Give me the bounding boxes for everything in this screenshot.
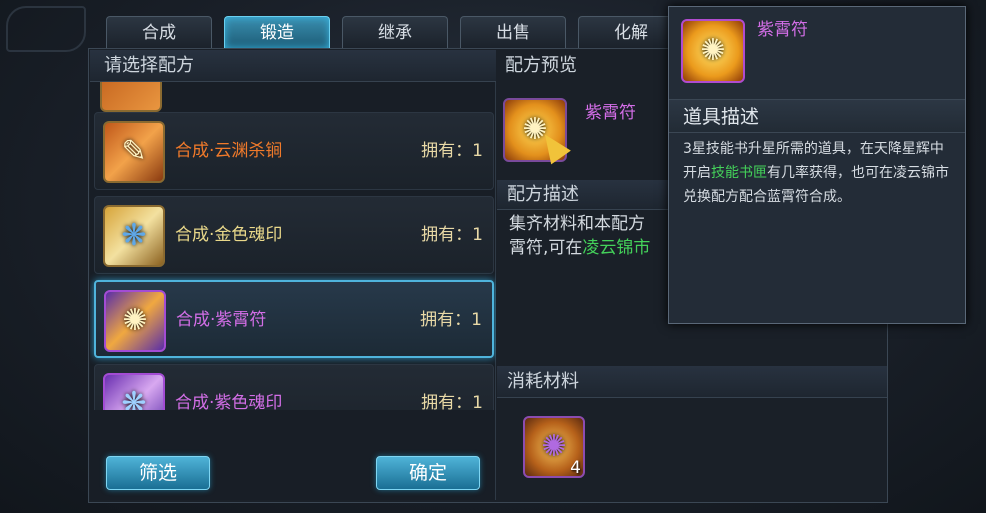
tooltip-item-name: 紫霄符: [757, 20, 808, 40]
tooltip-desc-highlight: 技能书匣: [711, 165, 767, 181]
filter-button[interactable]: 筛选: [106, 456, 210, 490]
tab-synthesize[interactable]: 合成: [106, 16, 212, 48]
tooltip-description: 3星技能书升星所需的道具，在天降星辉中开启技能书匣有几率获得，也可在凌云锦市兑换…: [683, 137, 955, 209]
preview-item-name: 紫霄符: [585, 103, 636, 123]
recipe-desc-line2-text: 霄符,可在: [509, 238, 583, 258]
recipe-panel: 请选择配方 ✎ 合成·云渊杀锏 拥有：1 ❋ 合成·金色魂印 拥有：1 ✺ 合成…: [90, 50, 496, 500]
recipe-desc-line1: 集齐材料和本配方: [509, 214, 645, 234]
recipe-item-gold-seal[interactable]: ❋ 合成·金色魂印 拥有：1: [94, 196, 494, 274]
scroll-icon: ✺: [104, 290, 166, 352]
recipe-owned-count: 拥有：1: [421, 393, 483, 410]
materials-title: 消耗材料: [497, 366, 887, 398]
scroll-icon: ✎: [103, 121, 165, 183]
item-tooltip: ✺ 紫霄符 道具描述 3星技能书升星所需的道具，在天降星辉中开启技能书匣有几率获…: [668, 6, 966, 324]
tooltip-section-title: 道具描述: [669, 99, 965, 133]
recipe-item-zixiao-selected[interactable]: ✺ 合成·紫霄符 拥有：1: [94, 280, 494, 358]
scroll-icon: ❋: [103, 205, 165, 267]
recipe-panel-title: 请选择配方: [90, 50, 496, 82]
recipe-name: 合成·紫霄符: [176, 310, 267, 330]
recipe-name: 合成·紫色魂印: [175, 393, 283, 410]
recipe-item-yunyuan[interactable]: ✎ 合成·云渊杀锏 拥有：1: [94, 112, 494, 190]
recipe-item-purple-seal[interactable]: ❋ 合成·紫色魂印 拥有：1: [94, 364, 494, 410]
recipe-name: 合成·金色魂印: [175, 225, 283, 245]
scroll-icon: ✺: [681, 19, 745, 83]
recipe-desc-line2: 霄符,可在凌云锦市: [509, 236, 679, 260]
recipe-list[interactable]: ✎ 合成·云渊杀锏 拥有：1 ❋ 合成·金色魂印 拥有：1 ✺ 合成·紫霄符 拥…: [90, 82, 496, 410]
scroll-icon: ❋: [103, 373, 165, 410]
tab-sell[interactable]: 出售: [460, 16, 566, 48]
tab-inherit[interactable]: 继承: [342, 16, 448, 48]
recipe-owned-count: 拥有：1: [421, 225, 483, 245]
tab-forge[interactable]: 锻造: [224, 16, 330, 48]
recipe-owned-count: 拥有：1: [420, 310, 482, 330]
material-count: 4: [570, 458, 581, 478]
recipe-desc-text: 集齐材料和本配方 霄符,可在凌云锦市: [509, 212, 679, 260]
recipe-owned-count: 拥有：1: [421, 141, 483, 161]
recipe-name: 合成·云渊杀锏: [175, 141, 283, 161]
material-slot[interactable]: ✺ 4: [523, 416, 585, 478]
confirm-button[interactable]: 确定: [376, 456, 480, 490]
corner-ornament: [6, 6, 86, 52]
recipe-desc-location-link: 凌云锦市: [582, 238, 651, 258]
recipe-icon-partial: [100, 82, 162, 112]
